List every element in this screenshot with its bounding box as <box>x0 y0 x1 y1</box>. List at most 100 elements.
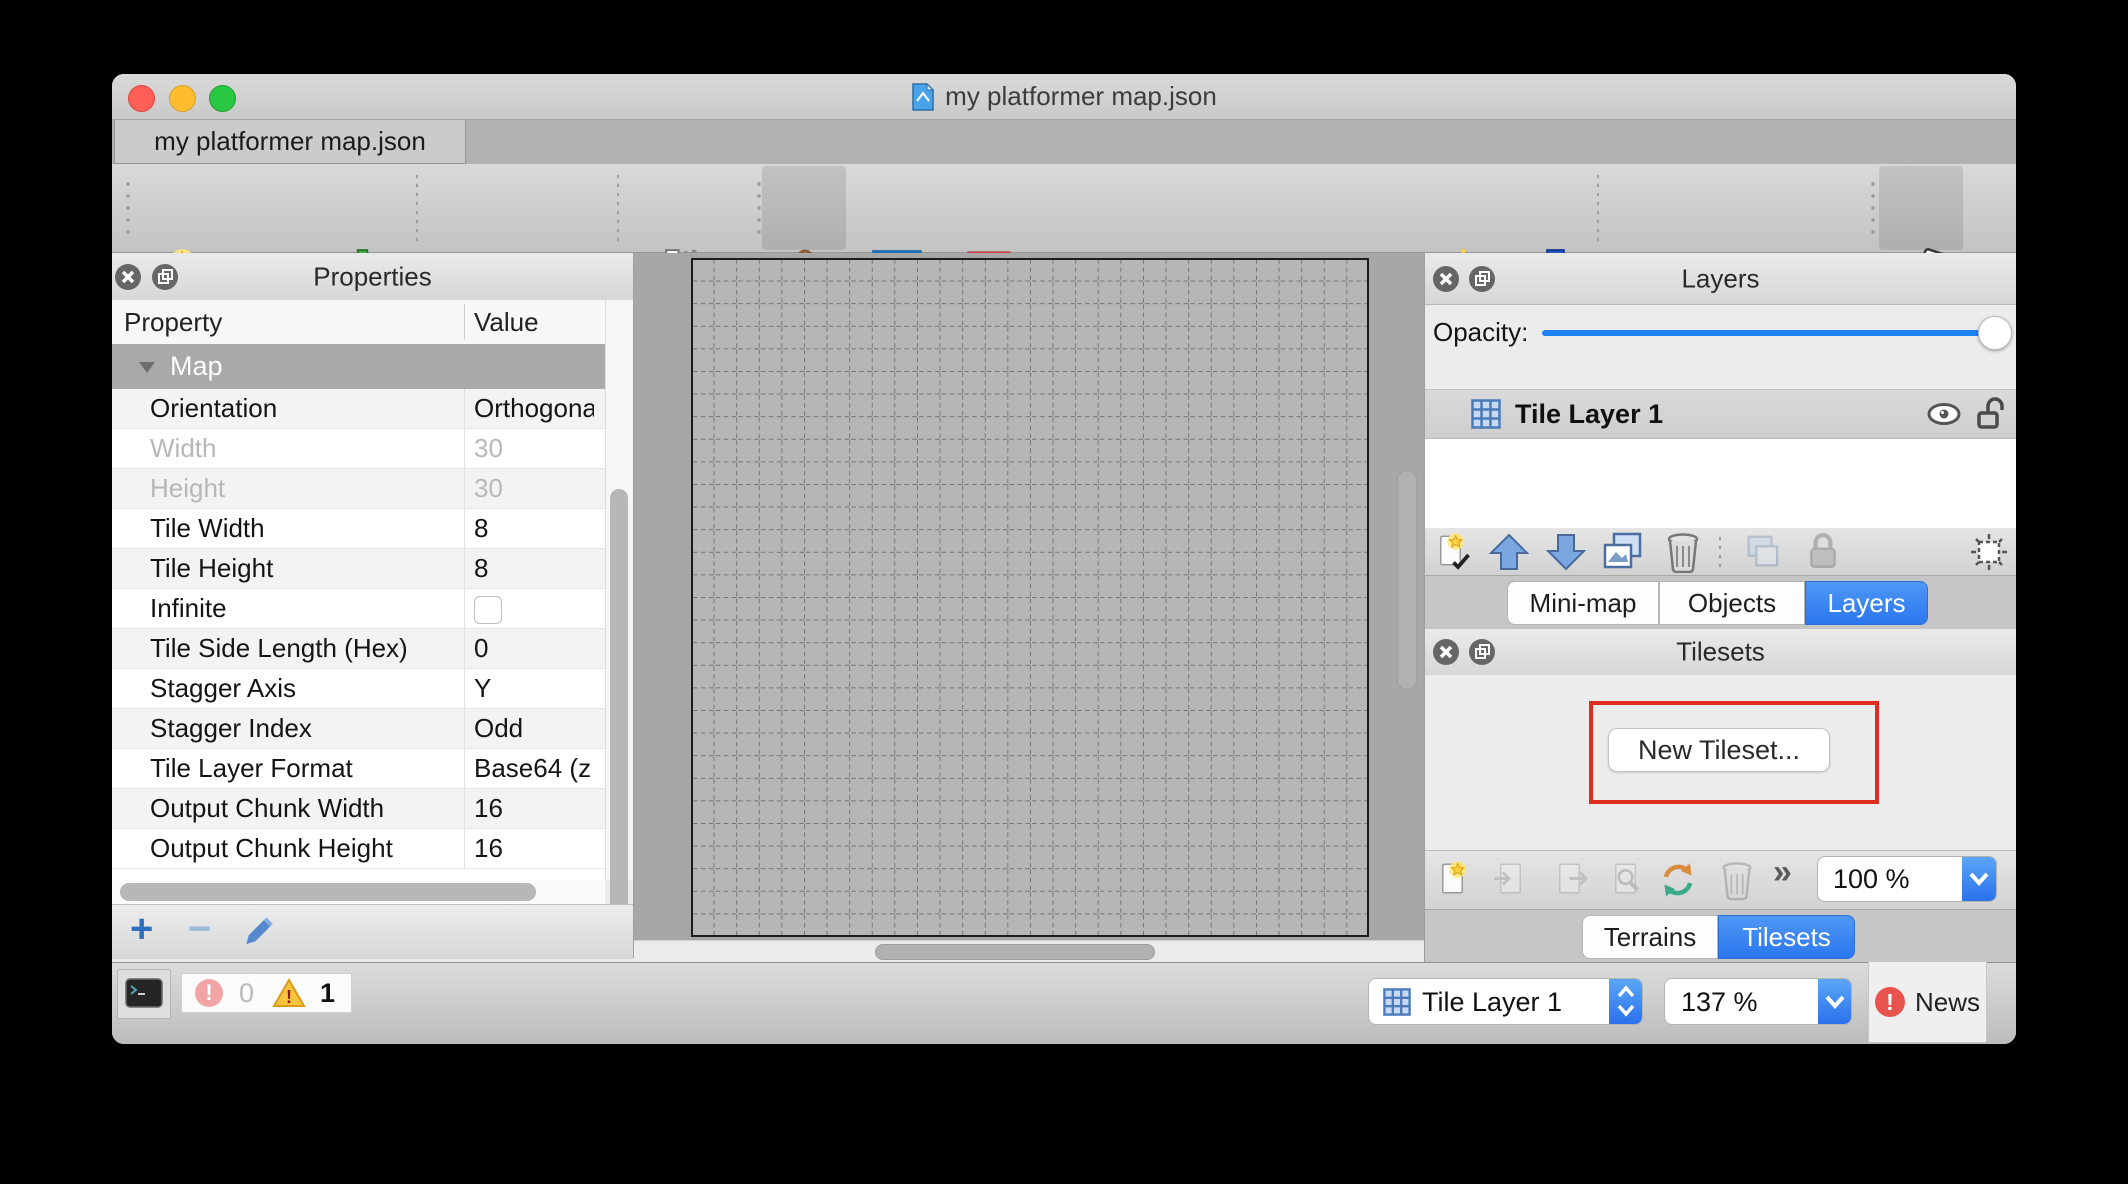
new-tileset-button[interactable]: New Tileset... <box>1608 728 1830 772</box>
duplicate-layer-button[interactable] <box>1602 532 1644 572</box>
column-header-value[interactable]: Value <box>474 307 539 338</box>
column-header-property[interactable]: Property <box>124 307 222 338</box>
map-zoom-combo[interactable]: 137 % <box>1664 978 1852 1025</box>
issues-status[interactable]: ! 0 ! 1 <box>181 973 352 1013</box>
map-view[interactable] <box>634 253 1424 962</box>
tile-layer-icon <box>1471 399 1501 429</box>
warning-count: 1 <box>320 978 335 1009</box>
properties-horizontal-scrollbar[interactable] <box>120 883 536 901</box>
news-label: News <box>1915 987 1980 1018</box>
toolbar-separator <box>1719 534 1721 570</box>
opacity-slider-handle[interactable] <box>1978 316 2012 350</box>
property-row[interactable]: Tile Layer FormatBase64 (z <box>112 749 605 789</box>
export-tileset-button[interactable] <box>1550 859 1592 901</box>
layers-tabstrip: Mini-map Objects Layers <box>1425 575 2016 631</box>
map-zoom-value: 137 % <box>1681 987 1758 1018</box>
delete-tileset-button[interactable] <box>1718 859 1756 901</box>
stamp-tool-selected-highlight <box>762 166 846 250</box>
toolbar-separator <box>1597 172 1599 244</box>
console-icon <box>125 978 163 1008</box>
collapse-triangle-icon[interactable] <box>138 360 156 374</box>
property-row[interactable]: Output Chunk Height16 <box>112 829 605 869</box>
property-row[interactable]: OrientationOrthogonal <box>112 389 605 429</box>
properties-vertical-scrollbar[interactable] <box>610 489 628 914</box>
import-tileset-button[interactable] <box>1491 859 1533 901</box>
toolbar-separator <box>416 172 418 244</box>
current-layer-combo[interactable]: Tile Layer 1 <box>1368 978 1643 1025</box>
toolbar-grip[interactable] <box>757 178 761 238</box>
title-bar: my platformer map.json <box>112 74 2016 120</box>
console-button[interactable] <box>117 969 171 1019</box>
property-row[interactable]: Tile Width8 <box>112 509 605 549</box>
tab-objects[interactable]: Objects <box>1659 581 1805 625</box>
reload-tileset-button[interactable] <box>1657 859 1699 901</box>
infinite-checkbox[interactable] <box>474 596 502 624</box>
document-tab-label: my platformer map.json <box>154 126 426 157</box>
toolbar-grip[interactable] <box>1871 178 1875 238</box>
document-tab-bar: my platformer map.json <box>112 120 2016 165</box>
tileset-zoom-dropdown[interactable] <box>1962 857 1996 901</box>
layers-panel-header: Layers <box>1425 253 2016 305</box>
properties-panel: Properties Property Value Map Orientatio… <box>112 253 634 958</box>
current-layer-value: Tile Layer 1 <box>1422 987 1562 1018</box>
warning-icon: ! <box>272 978 306 1008</box>
tilesets-toolbar: » 100 % <box>1425 850 2016 911</box>
remove-property-button[interactable]: − <box>188 907 211 952</box>
property-row[interactable]: Infinite <box>112 589 605 629</box>
new-layer-button[interactable] <box>1431 531 1473 573</box>
property-row[interactable]: Output Chunk Width16 <box>112 789 605 829</box>
layer-unlocked-icon[interactable] <box>1976 397 2006 431</box>
tilesets-tabstrip: Terrains Tilesets <box>1425 909 2016 963</box>
layers-panel-title: Layers <box>1425 263 2016 294</box>
property-row[interactable]: Stagger IndexOdd <box>112 709 605 749</box>
news-button[interactable]: ! News <box>1868 961 1987 1043</box>
highlight-current-layer-button[interactable] <box>1969 532 2009 572</box>
layer-name: Tile Layer 1 <box>1515 399 1663 430</box>
zoom-combo-dropdown[interactable] <box>1818 979 1851 1024</box>
add-property-button[interactable]: + <box>130 907 153 952</box>
highlight-layer-button[interactable] <box>1741 533 1781 571</box>
document-tab[interactable]: my platformer map.json <box>114 120 466 164</box>
map-horizontal-scrollbar[interactable] <box>875 944 1155 960</box>
edit-property-button[interactable] <box>240 915 276 951</box>
lower-layer-button[interactable] <box>1546 533 1586 571</box>
right-dock: Layers Opacity: Tile Layer 1 <box>1424 253 2016 962</box>
status-bar: ! 0 ! 1 Tile Layer 1 137 % <box>112 962 2016 1044</box>
tab-mini-map[interactable]: Mini-map <box>1507 581 1659 625</box>
document-icon <box>911 83 935 111</box>
tab-layers[interactable]: Layers <box>1805 581 1928 625</box>
tilesets-overflow-button[interactable]: » <box>1773 853 1792 892</box>
lock-layer-button[interactable] <box>1807 532 1839 572</box>
toolbar-grip[interactable] <box>126 178 130 238</box>
tab-tilesets[interactable]: Tilesets <box>1718 915 1855 959</box>
delete-layer-button[interactable] <box>1663 531 1703 573</box>
properties-footer: + − <box>112 904 633 959</box>
properties-hscrollbar-track[interactable] <box>112 880 605 904</box>
new-tileset-icon-button[interactable] <box>1433 859 1475 901</box>
error-count: 0 <box>239 978 254 1009</box>
properties-panel-header: Properties <box>112 253 633 301</box>
layers-toolbar <box>1425 528 2016 576</box>
layer-visibility-eye-icon[interactable] <box>1926 401 1962 427</box>
properties-vscrollbar-track[interactable] <box>605 300 633 880</box>
property-row[interactable]: Width30 <box>112 429 605 469</box>
property-row[interactable]: Tile Height8 <box>112 549 605 589</box>
tilesets-panel-header: Tilesets <box>1425 629 2016 676</box>
opacity-label: Opacity: <box>1433 317 1528 348</box>
opacity-slider-track[interactable] <box>1542 330 1996 336</box>
map-group-row[interactable]: Map <box>112 344 605 389</box>
random-mode-active-highlight <box>1879 166 1963 250</box>
map-vertical-scrollbar[interactable] <box>1397 470 1417 690</box>
layer-combo-stepper[interactable] <box>1609 979 1642 1024</box>
property-row[interactable]: Stagger AxisY <box>112 669 605 709</box>
layer-row-selected[interactable]: Tile Layer 1 <box>1425 390 2016 439</box>
map-canvas[interactable] <box>691 258 1369 937</box>
edit-tileset-button[interactable] <box>1606 859 1648 901</box>
map-hscrollbar-track[interactable] <box>634 940 1424 963</box>
property-row[interactable]: Tile Side Length (Hex)0 <box>112 629 605 669</box>
raise-layer-button[interactable] <box>1489 533 1529 571</box>
tab-terrains[interactable]: Terrains <box>1582 915 1718 959</box>
opacity-row: Opacity: <box>1425 304 2016 360</box>
tileset-zoom-combo[interactable]: 100 % <box>1817 856 1997 902</box>
property-row[interactable]: Height30 <box>112 469 605 509</box>
